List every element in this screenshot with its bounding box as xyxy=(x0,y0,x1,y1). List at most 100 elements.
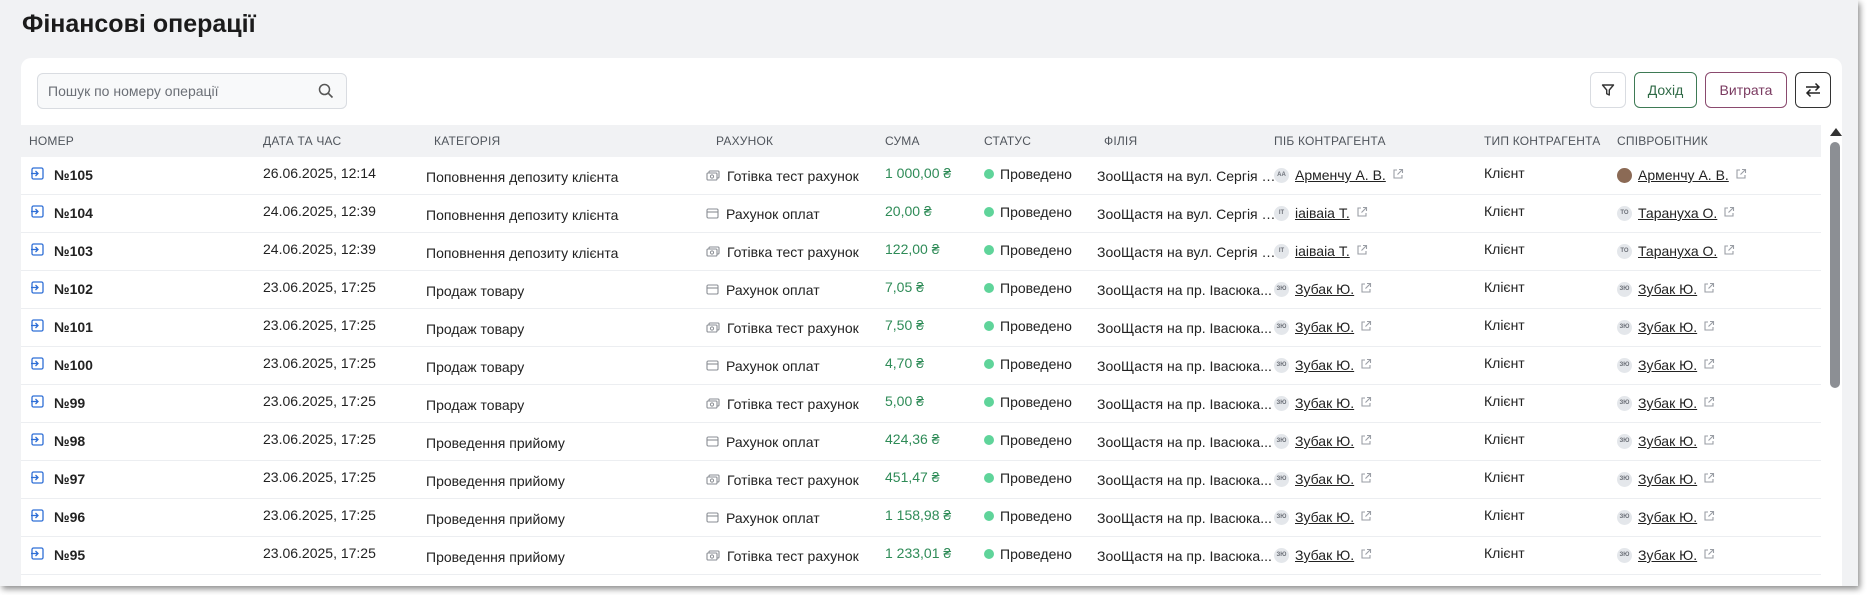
operation-open-icon[interactable] xyxy=(31,319,44,335)
external-link-icon[interactable] xyxy=(1703,395,1715,411)
operation-number[interactable]: №96 xyxy=(31,509,85,525)
header-counterparty-type[interactable]: ТИП КОНТРАГЕНТА xyxy=(1484,134,1600,148)
header-datetime[interactable]: ДАТА ТА ЧАС xyxy=(263,134,341,148)
counterparty-link[interactable]: іаіваіа Т. xyxy=(1295,205,1350,221)
employee-link[interactable]: Тарануха О. xyxy=(1638,243,1717,259)
header-account[interactable]: РАХУНОК xyxy=(716,134,773,148)
table-row[interactable]: №103 24.06.2025, 12:39 Поповнення депозиту… xyxy=(21,233,1821,271)
counterparty-link[interactable]: Зубак Ю. xyxy=(1295,547,1354,563)
external-link-icon[interactable] xyxy=(1735,167,1747,183)
operation-open-icon[interactable] xyxy=(31,509,44,525)
operation-account: Готівка тест рахунок xyxy=(706,472,859,488)
header-category[interactable]: КАТЕГОРІЯ xyxy=(434,134,500,148)
operation-open-icon[interactable] xyxy=(31,357,44,373)
external-link-icon[interactable] xyxy=(1703,509,1715,525)
employee-link[interactable]: Зубак Ю. xyxy=(1638,319,1697,335)
external-link-icon[interactable] xyxy=(1360,357,1372,373)
vertical-scrollbar[interactable] xyxy=(1828,128,1842,586)
table-row[interactable]: №104 24.06.2025, 12:39 Поповнення депозиту… xyxy=(21,195,1821,233)
external-link-icon[interactable] xyxy=(1703,281,1715,297)
operation-number[interactable]: №103 xyxy=(31,243,93,259)
table-row[interactable]: №97 23.06.2025, 17:25 Проведення прийому Го… xyxy=(21,461,1821,499)
operation-open-icon[interactable] xyxy=(31,243,44,259)
table-row[interactable]: №100 23.06.2025, 17:25 Продаж товару Рахуно… xyxy=(21,347,1821,385)
table-row[interactable]: №99 23.06.2025, 17:25 Продаж товару Готівка… xyxy=(21,385,1821,423)
table-row[interactable]: №105 26.06.2025, 12:14 Поповнення депозиту… xyxy=(21,157,1821,195)
header-status[interactable]: СТАТУС xyxy=(984,134,1031,148)
external-link-icon[interactable] xyxy=(1360,547,1372,563)
external-link-icon[interactable] xyxy=(1360,471,1372,487)
operation-number[interactable]: №102 xyxy=(31,281,93,297)
external-link-icon[interactable] xyxy=(1360,509,1372,525)
operation-open-icon[interactable] xyxy=(31,547,44,563)
operation-branch: ЗооЩастя на вул. Сергія Бо... xyxy=(1097,168,1277,184)
swap-button[interactable] xyxy=(1795,72,1831,108)
scroll-up-arrow[interactable] xyxy=(1830,128,1842,136)
external-link-icon[interactable] xyxy=(1723,205,1735,221)
employee-link[interactable]: Тарануха О. xyxy=(1638,205,1717,221)
header-sum[interactable]: СУМА xyxy=(885,134,920,148)
counterparty-link[interactable]: Зубак Ю. xyxy=(1295,471,1354,487)
external-link-icon[interactable] xyxy=(1723,243,1735,259)
external-link-icon[interactable] xyxy=(1703,319,1715,335)
operation-open-icon[interactable] xyxy=(31,167,44,183)
external-link-icon[interactable] xyxy=(1356,243,1368,259)
header-number[interactable]: НОМЕР xyxy=(29,134,74,148)
counterparty-link[interactable]: Зубак Ю. xyxy=(1295,433,1354,449)
expense-button[interactable]: Витрата xyxy=(1705,72,1787,108)
counterparty-link[interactable]: Зубак Ю. xyxy=(1295,395,1354,411)
header-counterparty[interactable]: ПІБ КОНТРАГЕНТА xyxy=(1274,134,1386,148)
counterparty-link[interactable]: Арменчу А. В. xyxy=(1295,167,1386,183)
external-link-icon[interactable] xyxy=(1360,281,1372,297)
external-link-icon[interactable] xyxy=(1360,433,1372,449)
operation-number[interactable]: №104 xyxy=(31,205,93,221)
operation-open-icon[interactable] xyxy=(31,471,44,487)
operation-number[interactable]: №97 xyxy=(31,471,85,487)
table-row[interactable]: №98 23.06.2025, 17:25 Проведення прийому Ра… xyxy=(21,423,1821,461)
header-branch[interactable]: ФІЛІЯ xyxy=(1104,134,1137,148)
operation-open-icon[interactable] xyxy=(31,433,44,449)
employee-link[interactable]: Зубак Ю. xyxy=(1638,509,1697,525)
operation-number[interactable]: №105 xyxy=(31,167,93,183)
employee-link[interactable]: Зубак Ю. xyxy=(1638,281,1697,297)
employee-link[interactable]: Зубак Ю. xyxy=(1638,395,1697,411)
operation-open-icon[interactable] xyxy=(31,205,44,221)
table-row[interactable]: №102 23.06.2025, 17:25 Продаж товару Рахуно… xyxy=(21,271,1821,309)
external-link-icon[interactable] xyxy=(1360,319,1372,335)
external-link-icon[interactable] xyxy=(1360,395,1372,411)
operation-number[interactable]: №100 xyxy=(31,357,93,373)
external-link-icon[interactable] xyxy=(1356,205,1368,221)
counterparty-link[interactable]: Зубак Ю. xyxy=(1295,281,1354,297)
header-employee[interactable]: СПІВРОБІТНИК xyxy=(1617,134,1708,148)
filter-button[interactable] xyxy=(1590,72,1626,108)
search-icon[interactable] xyxy=(318,83,334,99)
table-row[interactable]: №101 23.06.2025, 17:25 Продаж товару Готівк… xyxy=(21,309,1821,347)
external-link-icon[interactable] xyxy=(1703,357,1715,373)
external-link-icon[interactable] xyxy=(1703,433,1715,449)
table-row[interactable]: №95 23.06.2025, 17:25 Проведення прийому Го… xyxy=(21,537,1821,575)
employee-link[interactable]: Зубак Ю. xyxy=(1638,471,1697,487)
table-row[interactable]: №96 23.06.2025, 17:25 Проведення прийому Ра… xyxy=(21,499,1821,537)
income-button[interactable]: Дохід xyxy=(1634,72,1697,108)
operation-number[interactable]: №98 xyxy=(31,433,85,449)
operation-open-icon[interactable] xyxy=(31,395,44,411)
counterparty-link[interactable]: Зубак Ю. xyxy=(1295,319,1354,335)
employee-link[interactable]: Зубак Ю. xyxy=(1638,357,1697,373)
operation-account: Рахунок оплат xyxy=(706,358,820,374)
operation-branch: ЗооЩастя на вул. Сергія Бо... xyxy=(1097,206,1277,222)
operation-number[interactable]: №99 xyxy=(31,395,85,411)
scroll-thumb[interactable] xyxy=(1830,142,1840,388)
counterparty-link[interactable]: Зубак Ю. xyxy=(1295,357,1354,373)
counterparty-link[interactable]: Зубак Ю. xyxy=(1295,509,1354,525)
search-input[interactable] xyxy=(38,74,308,108)
operation-number[interactable]: №95 xyxy=(31,547,85,563)
counterparty-link[interactable]: іаіваіа Т. xyxy=(1295,243,1350,259)
external-link-icon[interactable] xyxy=(1703,547,1715,563)
external-link-icon[interactable] xyxy=(1703,471,1715,487)
employee-link[interactable]: Арменчу А. В. xyxy=(1638,167,1729,183)
operation-number[interactable]: №101 xyxy=(31,319,93,335)
employee-link[interactable]: Зубак Ю. xyxy=(1638,433,1697,449)
operation-open-icon[interactable] xyxy=(31,281,44,297)
employee-link[interactable]: Зубак Ю. xyxy=(1638,547,1697,563)
external-link-icon[interactable] xyxy=(1392,167,1404,183)
